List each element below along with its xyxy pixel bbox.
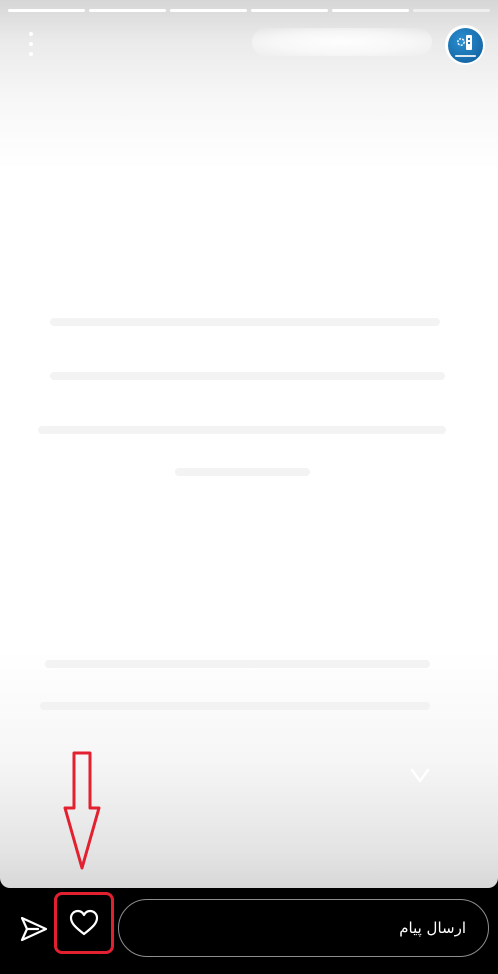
chevron-down-icon[interactable] <box>409 765 431 785</box>
story-text-line <box>40 702 430 710</box>
story-text-line <box>50 372 445 380</box>
progress-segment <box>170 9 247 12</box>
more-vertical-icon[interactable] <box>22 32 40 56</box>
story-text-line <box>38 426 446 434</box>
progress-segment <box>251 9 328 12</box>
story-text-line <box>50 318 440 326</box>
heart-outline-icon <box>69 909 99 936</box>
progress-segment <box>413 9 490 12</box>
account-name-blurred[interactable] <box>252 28 432 56</box>
account-avatar[interactable] <box>445 25 485 65</box>
story-progress-bar <box>8 9 490 12</box>
progress-segment <box>8 9 85 12</box>
send-message-input[interactable] <box>118 899 489 957</box>
arrow-down-outline-icon <box>63 751 101 870</box>
story-text-line <box>175 468 310 476</box>
send-paper-plane-icon[interactable] <box>18 915 50 943</box>
brand-logo-icon <box>447 27 483 63</box>
story-text-line <box>45 660 430 668</box>
progress-segment <box>89 9 166 12</box>
progress-segment <box>332 9 409 12</box>
like-button[interactable] <box>54 892 114 954</box>
